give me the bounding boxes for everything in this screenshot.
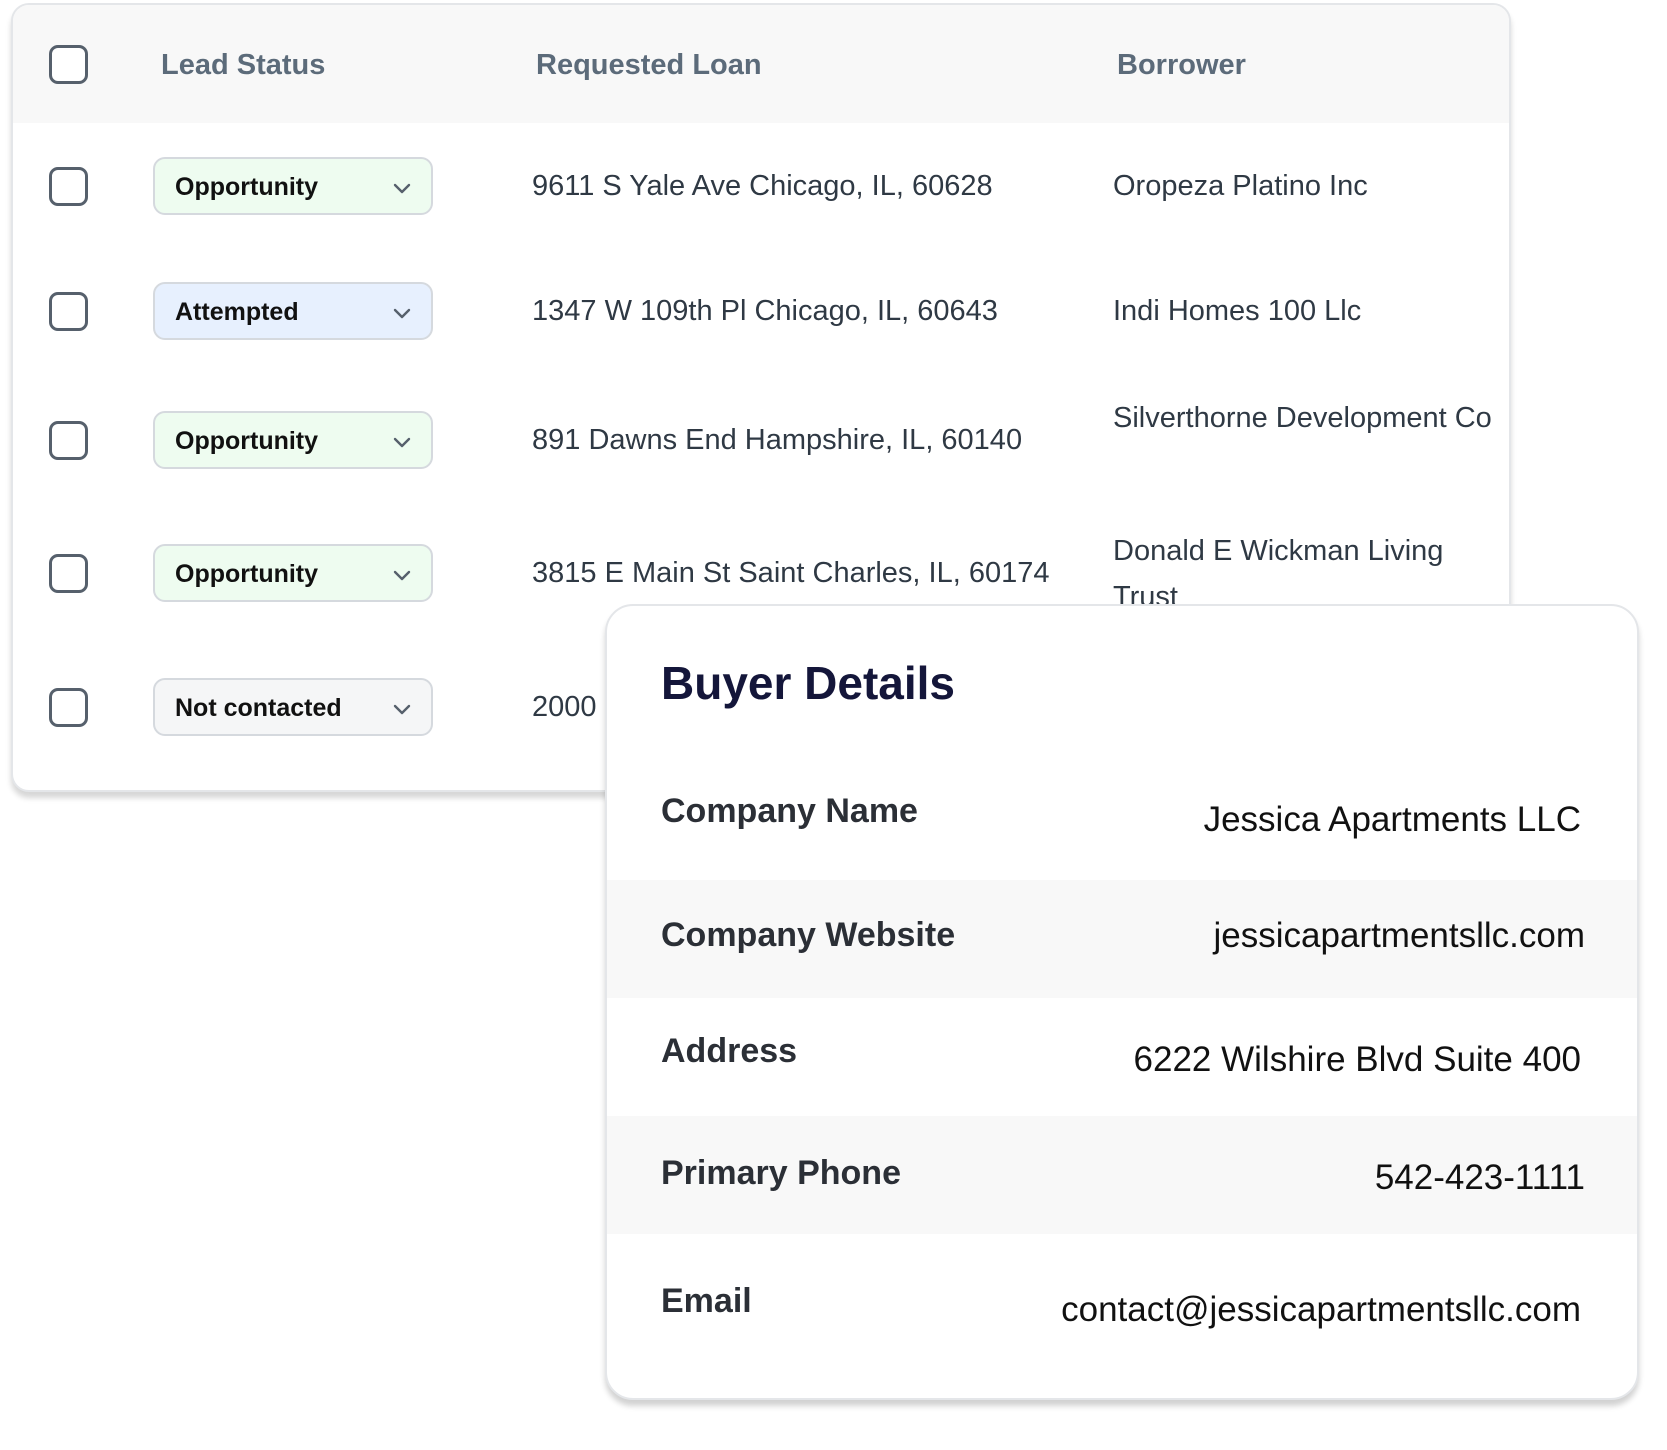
detail-row-company-name: Company Name Jessica Apartments LLC: [607, 762, 1637, 880]
buyer-details-card: Buyer Details Company Name Jessica Apart…: [605, 604, 1639, 1400]
detail-label: Company Website: [661, 916, 956, 954]
row-checkbox[interactable]: [49, 688, 88, 727]
detail-value: 6222 Wilshire Blvd Suite 400: [1133, 1040, 1581, 1079]
select-all-checkbox[interactable]: [49, 45, 88, 84]
borrower-name: Indi Homes 100 Llc: [1113, 295, 1362, 327]
detail-row-primary-phone: Primary Phone 542-423-1111: [607, 1116, 1637, 1234]
chevron-down-icon: [393, 570, 411, 581]
chevron-down-icon: [393, 308, 411, 319]
lead-status-dropdown[interactable]: Not contacted: [153, 678, 433, 736]
row-checkbox[interactable]: [49, 167, 88, 206]
lead-status-dropdown[interactable]: Opportunity: [153, 544, 433, 602]
detail-row-email: Email contact@jessicapartmentsllc.com: [607, 1234, 1637, 1352]
requested-loan-address: 3815 E Main St Saint Charles, IL, 60174: [532, 557, 1050, 589]
row-checkbox[interactable]: [49, 554, 88, 593]
detail-label: Company Name: [661, 792, 918, 830]
column-header-requested-loan[interactable]: Requested Loan: [536, 49, 762, 82]
table-header: Lead Status Requested Loan Borrower: [13, 5, 1509, 123]
detail-value: Jessica Apartments LLC: [1203, 800, 1581, 839]
lead-status-label: Opportunity: [175, 173, 319, 201]
email-link[interactable]: contact@jessicapartmentsllc.com: [1061, 1290, 1581, 1330]
detail-label: Email: [661, 1282, 752, 1320]
row-checkbox[interactable]: [49, 421, 88, 460]
column-header-borrower[interactable]: Borrower: [1117, 49, 1246, 82]
column-header-lead-status[interactable]: Lead Status: [161, 49, 325, 82]
table-row[interactable]: Attempted 1347 W 109th Pl Chicago, IL, 6…: [13, 280, 1509, 380]
chevron-down-icon: [393, 183, 411, 194]
lead-status-dropdown[interactable]: Attempted: [153, 282, 433, 340]
chevron-down-icon: [393, 437, 411, 448]
lead-status-label: Opportunity: [175, 427, 319, 455]
company-website-link[interactable]: jessicapartmentsllc.com: [1214, 916, 1586, 956]
detail-row-address: Address 6222 Wilshire Blvd Suite 400: [607, 998, 1637, 1116]
row-checkbox[interactable]: [49, 292, 88, 331]
borrower-name: Silverthorne Development Co: [1113, 402, 1492, 434]
chevron-down-icon: [393, 704, 411, 715]
primary-phone-value[interactable]: 542-423-1111: [1375, 1158, 1585, 1198]
requested-loan-address: 1347 W 109th Pl Chicago, IL, 60643: [532, 295, 998, 327]
lead-status-label: Attempted: [175, 298, 299, 326]
buyer-details-title: Buyer Details: [661, 657, 956, 709]
requested-loan-address: 891 Dawns End Hampshire, IL, 60140: [532, 424, 1023, 456]
lead-status-dropdown[interactable]: Opportunity: [153, 411, 433, 469]
requested-loan-address: 9611 S Yale Ave Chicago, IL, 60628: [532, 170, 993, 202]
table-row[interactable]: Opportunity 9611 S Yale Ave Chicago, IL,…: [13, 155, 1509, 255]
detail-row-company-website: Company Website jessicapartmentsllc.com: [607, 880, 1637, 998]
borrower-name: Oropeza Platino Inc: [1113, 170, 1368, 202]
requested-loan-address: 2000: [532, 691, 597, 723]
table-row[interactable]: Opportunity 891 Dawns End Hampshire, IL,…: [13, 402, 1509, 519]
detail-label: Address: [661, 1032, 798, 1070]
detail-label: Primary Phone: [661, 1154, 901, 1192]
lead-status-label: Opportunity: [175, 560, 319, 588]
lead-status-label: Not contacted: [175, 694, 342, 722]
lead-status-dropdown[interactable]: Opportunity: [153, 157, 433, 215]
